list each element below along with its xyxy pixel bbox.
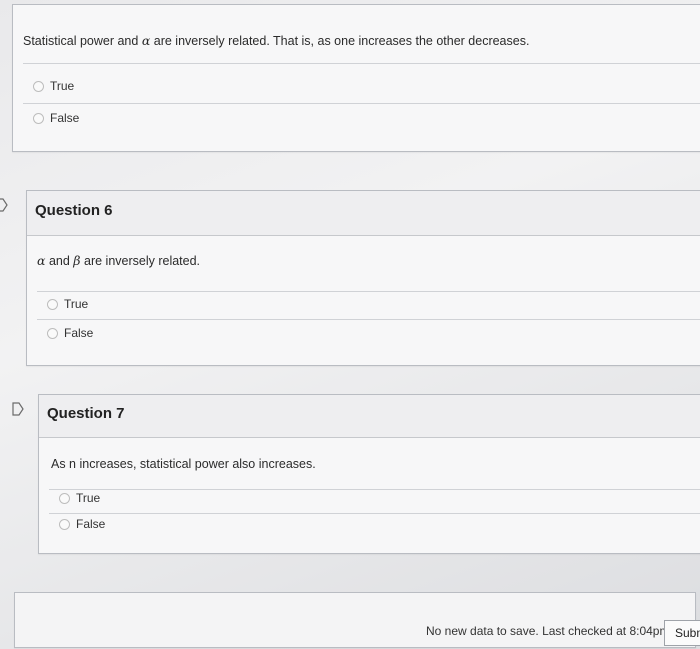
save-status-text: No new data to save. Last checked at 8:0… [426, 624, 670, 638]
question-7-option-true[interactable]: True [59, 491, 100, 505]
question-6-option-false[interactable]: False [47, 326, 93, 340]
question-5-prompt: Statistical power and α are inversely re… [23, 33, 530, 48]
radio-button[interactable] [59, 492, 70, 504]
radio-button[interactable] [33, 112, 44, 124]
question-5-option-false[interactable]: False [33, 111, 79, 125]
question-5-option-true[interactable]: True [33, 79, 74, 93]
question-6-option-true[interactable]: True [47, 297, 88, 311]
submit-button[interactable]: Subm [664, 620, 700, 646]
question-6-card: Question 6 α and β are inversely related… [26, 190, 700, 366]
radio-button[interactable] [47, 327, 58, 339]
question-6-flag-icon [0, 198, 8, 212]
question-7-option-false[interactable]: False [59, 517, 105, 531]
question-7-flag-icon [12, 402, 24, 416]
question-7-prompt: As n increases, statistical power also i… [51, 457, 316, 471]
question-6-prompt: α and β are inversely related. [37, 253, 201, 268]
question-7-title: Question 7 [47, 405, 125, 422]
question-7-card: Question 7 As n increases, statistical p… [38, 394, 700, 554]
question-6-title: Question 6 [35, 202, 113, 219]
footer-bar [14, 592, 696, 648]
question-5-card: Statistical power and α are inversely re… [12, 4, 700, 152]
radio-button[interactable] [33, 80, 44, 92]
radio-button[interactable] [59, 518, 70, 530]
radio-button[interactable] [47, 298, 58, 310]
